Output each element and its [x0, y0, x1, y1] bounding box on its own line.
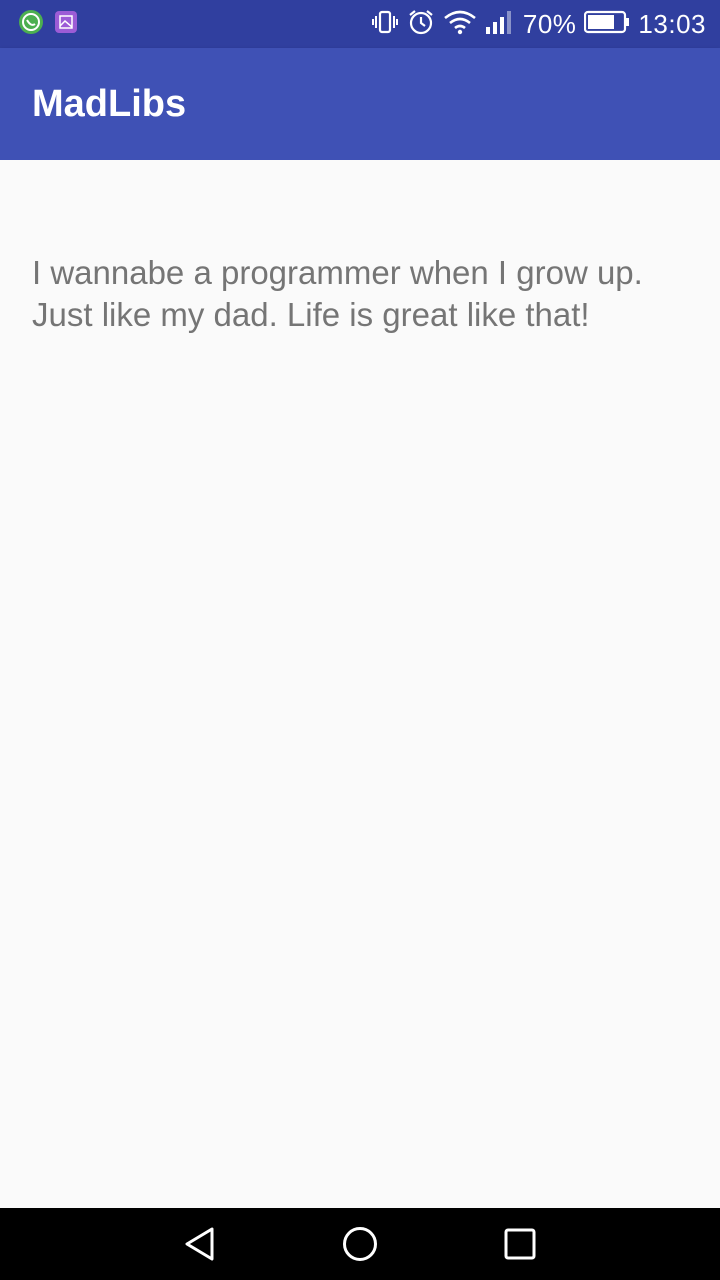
navigation-bar	[0, 1208, 720, 1280]
status-bar: 70% 13:03	[0, 0, 720, 48]
app-title: MadLibs	[32, 82, 187, 125]
whatsapp-icon	[18, 9, 44, 40]
alarm-icon	[407, 8, 435, 41]
gallery-icon	[54, 10, 78, 39]
vibrate-icon	[371, 9, 399, 40]
recents-icon[interactable]	[502, 1226, 538, 1262]
battery-percent: 70%	[522, 8, 577, 39]
notification-icons	[18, 9, 78, 40]
battery-icon	[584, 10, 630, 39]
system-status: 70% 13:03	[371, 8, 706, 41]
back-icon[interactable]	[182, 1226, 218, 1262]
wifi-icon	[443, 9, 477, 40]
signal-icon	[485, 9, 515, 40]
app-bar: MadLibs	[0, 48, 720, 160]
main-content: I wannabe a programmer when I grow up. J…	[0, 160, 720, 1208]
home-icon[interactable]	[342, 1226, 378, 1262]
clock: 13:03	[638, 8, 706, 39]
story-text: I wannabe a programmer when I grow up. J…	[32, 254, 643, 333]
